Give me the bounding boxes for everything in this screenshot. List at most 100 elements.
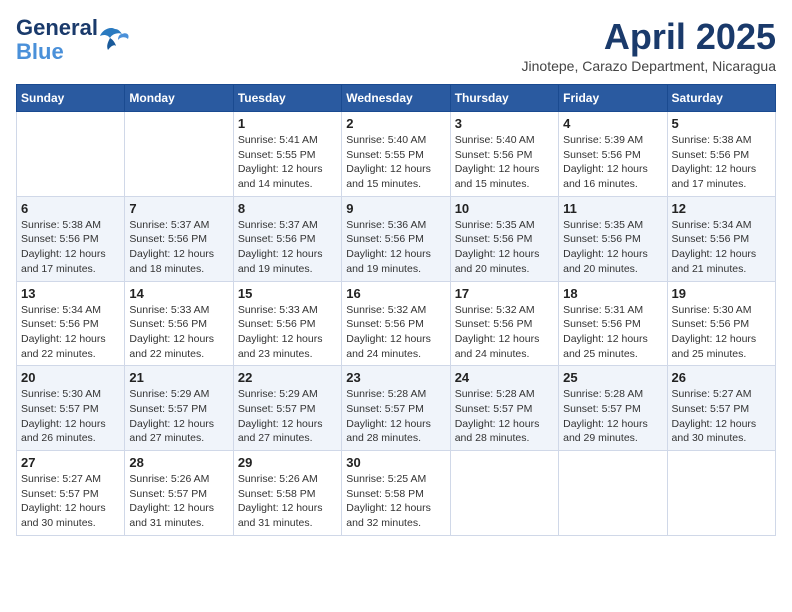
calendar-cell: 6Sunrise: 5:38 AM Sunset: 5:56 PM Daylig… xyxy=(17,196,125,281)
day-number: 22 xyxy=(238,370,337,385)
calendar-cell: 24 Sunrise: 5:28 AM Sunset: 5:57 PM Dayli… xyxy=(450,366,558,451)
calendar-cell: 12 Sunrise: 5:34 AM Sunset: 5:56 PM Dayli… xyxy=(667,196,775,281)
day-info: Sunrise: 5:35 AM Sunset: 5:56 PM Dayligh… xyxy=(455,218,554,277)
calendar-cell: 11 Sunrise: 5:35 AM Sunset: 5:56 PM Dayli… xyxy=(559,196,667,281)
day-info: Sunrise: 5:28 AM Sunset: 5:57 PM Dayligh… xyxy=(455,387,554,446)
day-number: 29 xyxy=(238,455,337,470)
day-number: 11 xyxy=(563,201,662,216)
calendar-cell: 23 Sunrise: 5:28 AM Sunset: 5:57 PM Dayli… xyxy=(342,366,450,451)
day-info: Sunrise: 5:26 AM Sunset: 5:57 PM Dayligh… xyxy=(129,472,228,531)
month-year-title: April 2025 xyxy=(522,16,776,58)
calendar-cell: 15 Sunrise: 5:33 AM Sunset: 5:56 PM Dayli… xyxy=(233,281,341,366)
day-info: Sunrise: 5:37 AM Sunset: 5:56 PM Dayligh… xyxy=(238,218,337,277)
calendar-cell: 20Sunrise: 5:30 AM Sunset: 5:57 PM Dayli… xyxy=(17,366,125,451)
calendar-cell: 22 Sunrise: 5:29 AM Sunset: 5:57 PM Dayli… xyxy=(233,366,341,451)
calendar-cell: 19 Sunrise: 5:30 AM Sunset: 5:56 PM Dayli… xyxy=(667,281,775,366)
day-info: Sunrise: 5:33 AM Sunset: 5:56 PM Dayligh… xyxy=(129,303,228,362)
calendar-cell: 4Sunrise: 5:39 AM Sunset: 5:56 PM Daylig… xyxy=(559,112,667,197)
day-number: 24 xyxy=(455,370,554,385)
calendar-week-row: 20Sunrise: 5:30 AM Sunset: 5:57 PM Dayli… xyxy=(17,366,776,451)
day-number: 3 xyxy=(455,116,554,131)
day-number: 17 xyxy=(455,286,554,301)
day-number: 20 xyxy=(21,370,120,385)
calendar-cell: 18 Sunrise: 5:31 AM Sunset: 5:56 PM Dayli… xyxy=(559,281,667,366)
calendar-cell: 5Sunrise: 5:38 AM Sunset: 5:56 PM Daylig… xyxy=(667,112,775,197)
day-info: Sunrise: 5:40 AM Sunset: 5:56 PM Dayligh… xyxy=(455,133,554,192)
calendar-cell xyxy=(450,451,558,536)
day-info: Sunrise: 5:27 AM Sunset: 5:57 PM Dayligh… xyxy=(21,472,120,531)
day-number: 8 xyxy=(238,201,337,216)
day-info: Sunrise: 5:28 AM Sunset: 5:57 PM Dayligh… xyxy=(563,387,662,446)
day-info: Sunrise: 5:30 AM Sunset: 5:56 PM Dayligh… xyxy=(672,303,771,362)
day-info: Sunrise: 5:25 AM Sunset: 5:58 PM Dayligh… xyxy=(346,472,445,531)
calendar-cell: 3 Sunrise: 5:40 AM Sunset: 5:56 PM Daylig… xyxy=(450,112,558,197)
logo-bird-icon xyxy=(100,24,130,52)
day-info: Sunrise: 5:28 AM Sunset: 5:57 PM Dayligh… xyxy=(346,387,445,446)
day-number: 9 xyxy=(346,201,445,216)
day-number: 19 xyxy=(672,286,771,301)
logo: GeneralBlue xyxy=(16,16,130,64)
calendar-cell: 8 Sunrise: 5:37 AM Sunset: 5:56 PM Daylig… xyxy=(233,196,341,281)
day-header-monday: Monday xyxy=(125,85,233,112)
calendar-cell: 16Sunrise: 5:32 AM Sunset: 5:56 PM Dayli… xyxy=(342,281,450,366)
location-subtitle: Jinotepe, Carazo Department, Nicaragua xyxy=(522,58,776,74)
day-info: Sunrise: 5:26 AM Sunset: 5:58 PM Dayligh… xyxy=(238,472,337,531)
calendar-header-row: SundayMondayTuesdayWednesdayThursdayFrid… xyxy=(17,85,776,112)
calendar-cell xyxy=(559,451,667,536)
calendar-cell: 9 Sunrise: 5:36 AM Sunset: 5:56 PM Daylig… xyxy=(342,196,450,281)
day-info: Sunrise: 5:41 AM Sunset: 5:55 PM Dayligh… xyxy=(238,133,337,192)
day-number: 5 xyxy=(672,116,771,131)
day-number: 10 xyxy=(455,201,554,216)
day-number: 23 xyxy=(346,370,445,385)
day-info: Sunrise: 5:35 AM Sunset: 5:56 PM Dayligh… xyxy=(563,218,662,277)
day-info: Sunrise: 5:37 AM Sunset: 5:56 PM Dayligh… xyxy=(129,218,228,277)
calendar-cell: 1 Sunrise: 5:41 AM Sunset: 5:55 PM Daylig… xyxy=(233,112,341,197)
calendar-cell: 30 Sunrise: 5:25 AM Sunset: 5:58 PM Dayli… xyxy=(342,451,450,536)
day-number: 1 xyxy=(238,116,337,131)
day-number: 30 xyxy=(346,455,445,470)
day-header-wednesday: Wednesday xyxy=(342,85,450,112)
day-number: 28 xyxy=(129,455,228,470)
day-info: Sunrise: 5:31 AM Sunset: 5:56 PM Dayligh… xyxy=(563,303,662,362)
day-number: 15 xyxy=(238,286,337,301)
calendar-cell xyxy=(125,112,233,197)
day-info: Sunrise: 5:29 AM Sunset: 5:57 PM Dayligh… xyxy=(129,387,228,446)
day-header-tuesday: Tuesday xyxy=(233,85,341,112)
day-info: Sunrise: 5:29 AM Sunset: 5:57 PM Dayligh… xyxy=(238,387,337,446)
calendar-cell: 7Sunrise: 5:37 AM Sunset: 5:56 PM Daylig… xyxy=(125,196,233,281)
day-header-friday: Friday xyxy=(559,85,667,112)
day-info: Sunrise: 5:32 AM Sunset: 5:56 PM Dayligh… xyxy=(455,303,554,362)
calendar-cell: 29 Sunrise: 5:26 AM Sunset: 5:58 PM Dayli… xyxy=(233,451,341,536)
day-info: Sunrise: 5:38 AM Sunset: 5:56 PM Dayligh… xyxy=(21,218,120,277)
day-info: Sunrise: 5:33 AM Sunset: 5:56 PM Dayligh… xyxy=(238,303,337,362)
calendar-week-row: 13 Sunrise: 5:34 AM Sunset: 5:56 PM Dayli… xyxy=(17,281,776,366)
calendar-week-row: 6Sunrise: 5:38 AM Sunset: 5:56 PM Daylig… xyxy=(17,196,776,281)
title-section: April 2025 Jinotepe, Carazo Department, … xyxy=(522,16,776,74)
day-number: 26 xyxy=(672,370,771,385)
day-header-thursday: Thursday xyxy=(450,85,558,112)
calendar-cell: 25 Sunrise: 5:28 AM Sunset: 5:57 PM Dayli… xyxy=(559,366,667,451)
day-number: 18 xyxy=(563,286,662,301)
calendar-cell: 13 Sunrise: 5:34 AM Sunset: 5:56 PM Dayli… xyxy=(17,281,125,366)
day-info: Sunrise: 5:36 AM Sunset: 5:56 PM Dayligh… xyxy=(346,218,445,277)
day-info: Sunrise: 5:34 AM Sunset: 5:56 PM Dayligh… xyxy=(672,218,771,277)
calendar-cell xyxy=(17,112,125,197)
calendar-cell: 28 Sunrise: 5:26 AM Sunset: 5:57 PM Dayli… xyxy=(125,451,233,536)
day-number: 16 xyxy=(346,286,445,301)
day-info: Sunrise: 5:34 AM Sunset: 5:56 PM Dayligh… xyxy=(21,303,120,362)
day-number: 2 xyxy=(346,116,445,131)
day-number: 13 xyxy=(21,286,120,301)
day-number: 27 xyxy=(21,455,120,470)
day-number: 14 xyxy=(129,286,228,301)
calendar-cell: 17 Sunrise: 5:32 AM Sunset: 5:56 PM Dayli… xyxy=(450,281,558,366)
day-header-sunday: Sunday xyxy=(17,85,125,112)
calendar-table: SundayMondayTuesdayWednesdayThursdayFrid… xyxy=(16,84,776,536)
day-number: 25 xyxy=(563,370,662,385)
calendar-week-row: 1 Sunrise: 5:41 AM Sunset: 5:55 PM Daylig… xyxy=(17,112,776,197)
calendar-cell: 27 Sunrise: 5:27 AM Sunset: 5:57 PM Dayli… xyxy=(17,451,125,536)
calendar-cell: 2Sunrise: 5:40 AM Sunset: 5:55 PM Daylig… xyxy=(342,112,450,197)
day-number: 4 xyxy=(563,116,662,131)
calendar-cell: 14 Sunrise: 5:33 AM Sunset: 5:56 PM Dayli… xyxy=(125,281,233,366)
day-header-saturday: Saturday xyxy=(667,85,775,112)
day-number: 12 xyxy=(672,201,771,216)
